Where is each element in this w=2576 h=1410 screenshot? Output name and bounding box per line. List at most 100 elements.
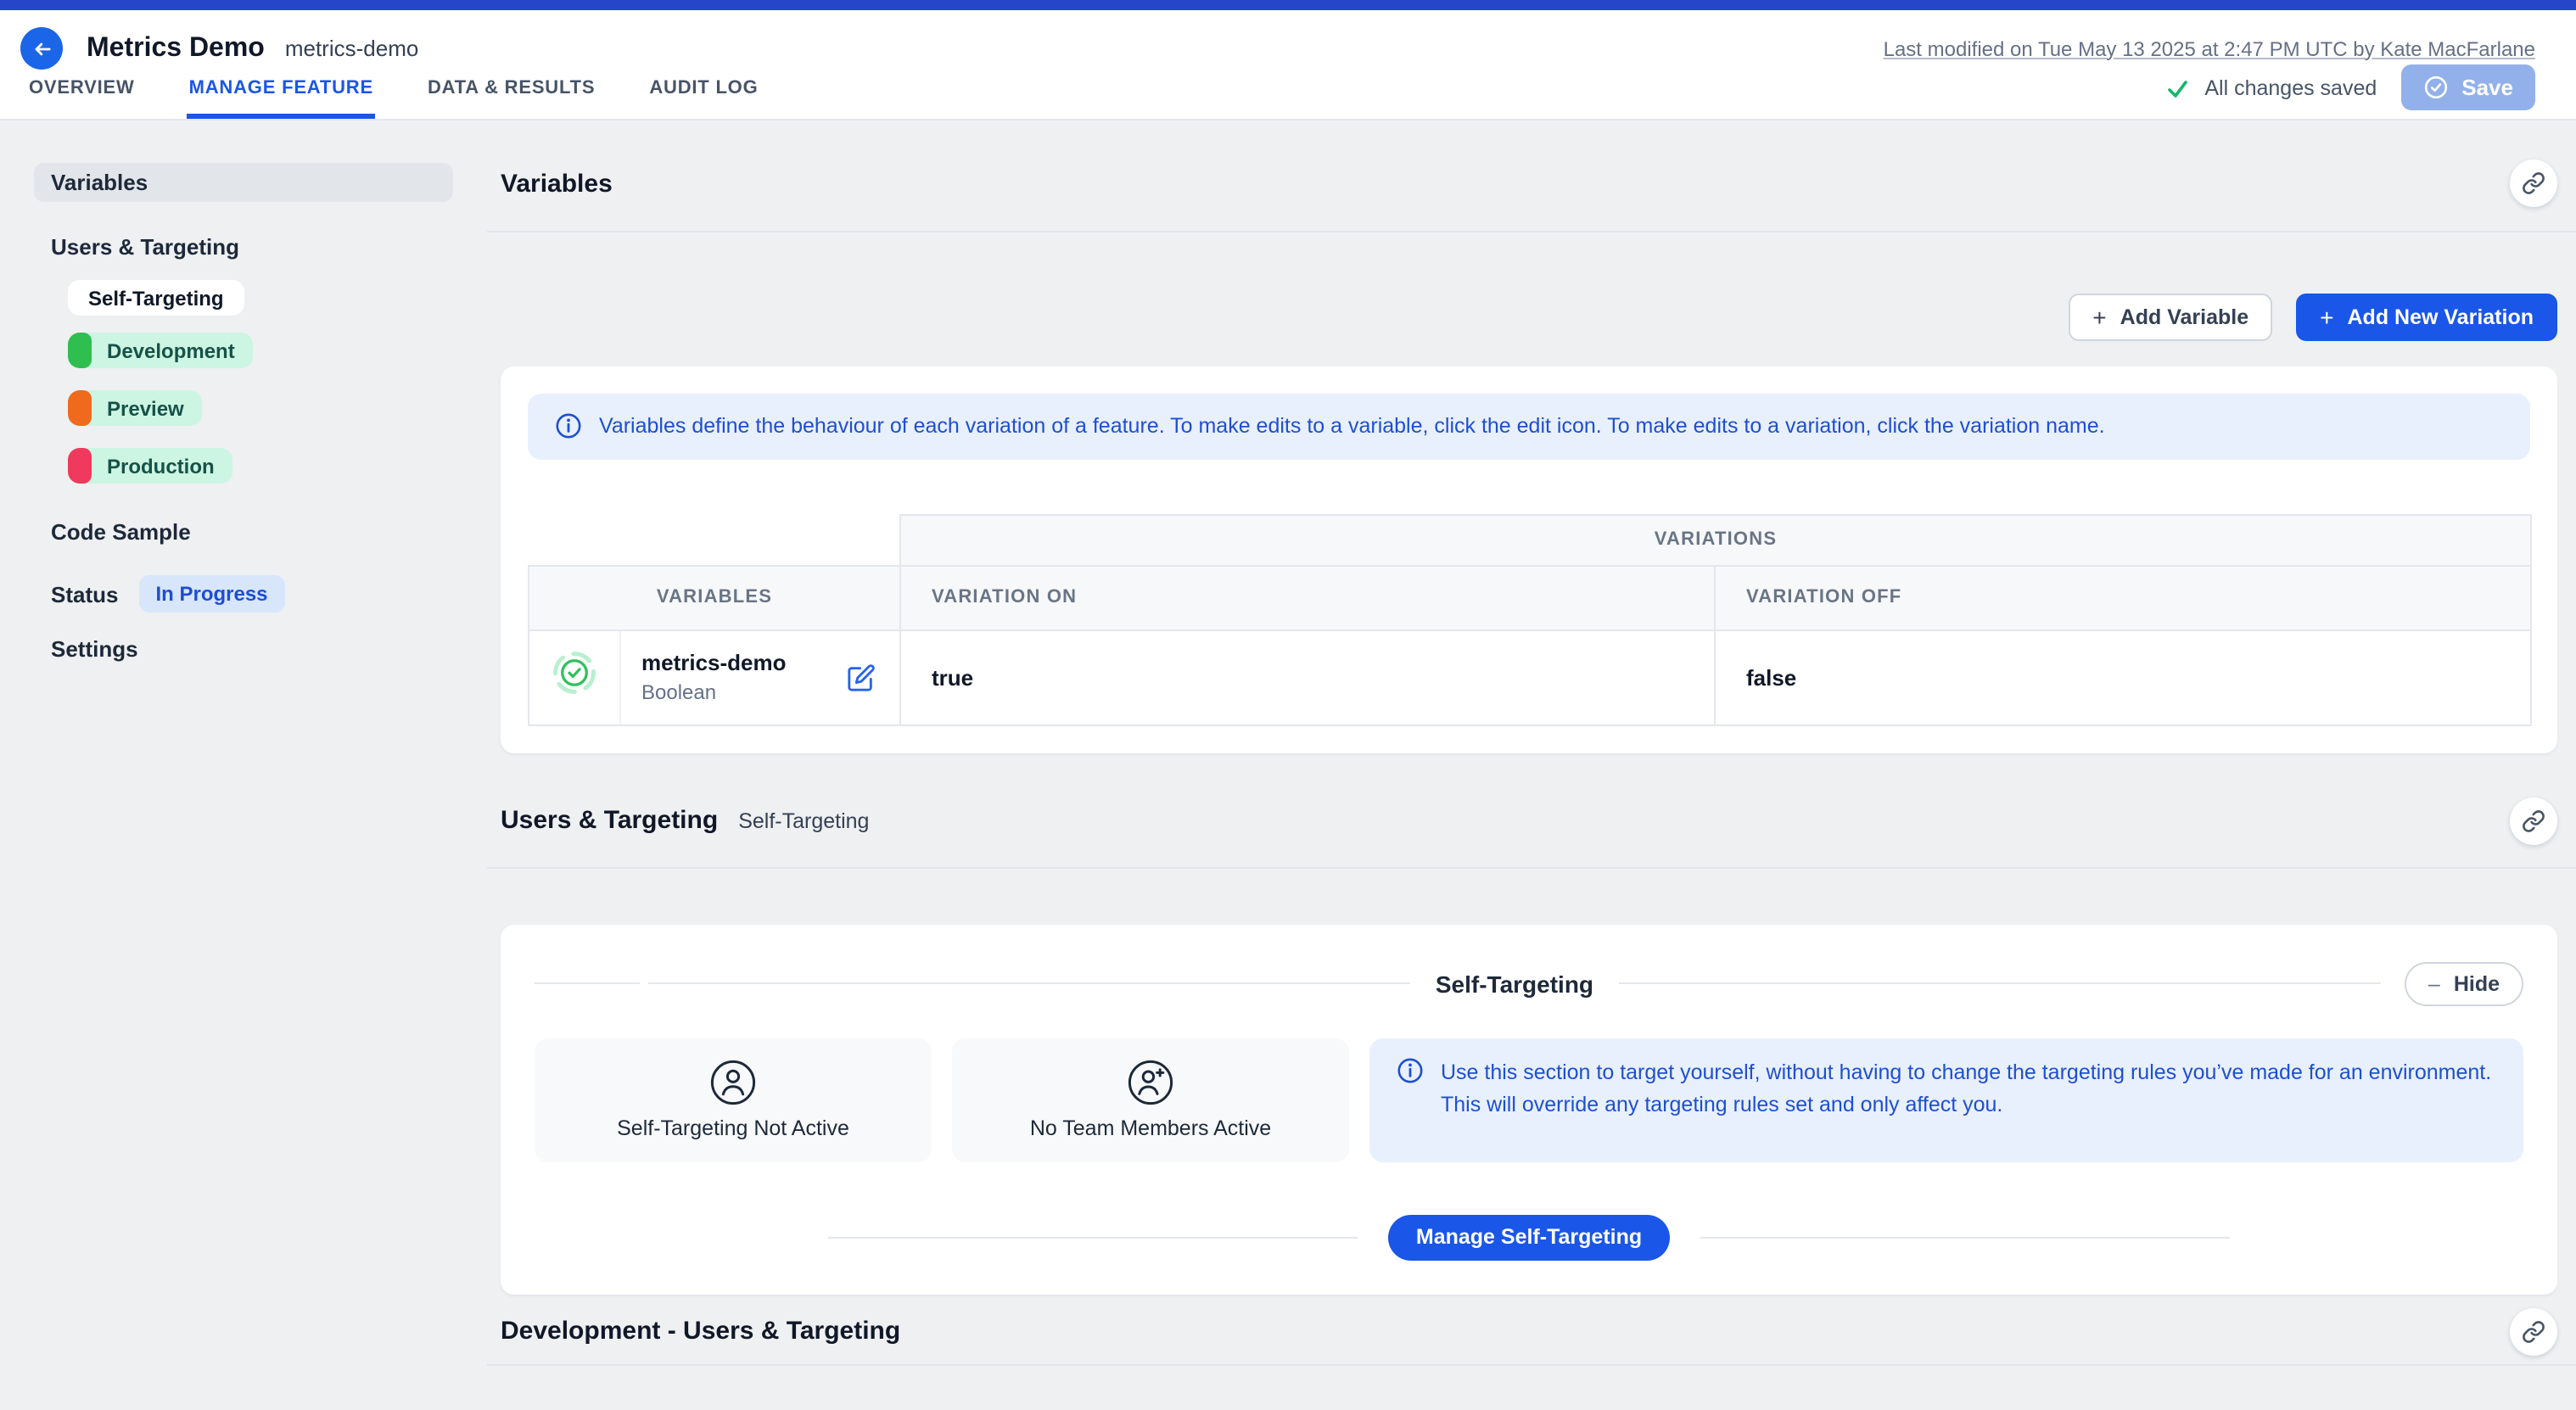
env-label: Preview [92,396,203,420]
column-header-variation-on: VARIATION ON [900,566,1715,630]
variation-off-value: false [1715,630,2531,725]
sidebar-item-env-preview[interactable]: Preview [68,390,203,426]
save-button-label: Save [2461,75,2513,100]
user-circle-icon [709,1060,757,1107]
table-column-header-row: VARIABLES VARIATION ON VARIATION OFF [529,566,2531,630]
check-icon [2165,76,2189,99]
divider [1619,983,2381,985]
app-body: Variables Users & Targeting Self-Targeti… [0,120,2576,1410]
sidebar-item-users-targeting[interactable]: Users & Targeting [34,227,453,266]
table-blank-cell [529,515,900,566]
env-color-swatch-production [68,448,92,484]
minus-icon: – [2428,972,2440,996]
status-label: Status [51,581,118,607]
sidebar-item-code-sample[interactable]: Code Sample [34,512,453,551]
save-button[interactable]: Save [2400,64,2535,110]
back-button[interactable] [20,27,63,70]
divider [1700,1237,2229,1239]
env-label: Development [92,339,254,362]
variables-heading: Variables [501,169,613,198]
users-targeting-heading: Users & Targeting [501,807,718,836]
self-targeting-card: Self-Targeting – Hide Self-Targeting Not… [501,925,2557,1295]
edit-icon [847,663,876,692]
tab-manage-feature[interactable]: MANAGE FEATURE [188,78,375,119]
hide-self-targeting-button[interactable]: – Hide [2405,962,2523,1006]
team-members-status-box: No Team Members Active [952,1038,1349,1162]
info-icon [1397,1057,1424,1084]
edit-variable-button[interactable] [843,660,879,696]
tab-audit-log[interactable]: AUDIT LOG [647,78,759,119]
sidebar-env-production-wrap: Production [68,448,453,489]
self-targeting-info-banner: Use this section to target yourself, wit… [1369,1038,2523,1162]
page-title: Metrics Demo [87,33,265,64]
variable-name: metrics-demo [641,651,787,676]
divider [648,983,1410,985]
users-targeting-subheading: Self-Targeting [738,809,869,833]
self-targeting-title-row: Self-Targeting – Hide [535,962,2523,1006]
feature-key: metrics-demo [285,36,419,61]
sidebar-item-env-production[interactable]: Production [68,448,233,484]
variations-group-header: VARIATIONS [900,515,2531,566]
app-header: Metrics Demo metrics-demo Last modified … [0,10,2576,120]
manage-self-targeting-button[interactable]: Manage Self-Targeting [1389,1215,1669,1261]
hide-button-label: Hide [2454,972,2500,996]
sidebar-item-self-targeting[interactable]: Self-Targeting [68,280,244,316]
users-targeting-permalink-button[interactable] [2510,797,2557,845]
variables-card: Variables define the behaviour of each v… [501,366,2557,753]
self-targeting-status-box: Self-Targeting Not Active [535,1038,932,1162]
self-targeting-status-label: Self-Targeting Not Active [617,1117,849,1141]
variables-permalink-button[interactable] [2510,159,2557,207]
save-area: All changes saved Save [2165,64,2535,110]
status-badge: In Progress [138,575,284,613]
link-icon [2522,171,2545,195]
info-icon [555,413,582,440]
sidebar-item-settings[interactable]: Settings [34,629,453,669]
env-label: Production [92,454,233,478]
development-heading: Development - Users & Targeting [501,1318,900,1346]
variables-section-header: Variables [501,120,2557,232]
variables-info-banner: Variables define the behaviour of each v… [528,394,2530,460]
plus-icon: + [2320,305,2333,329]
team-members-status-label: No Team Members Active [1030,1117,1271,1141]
sidebar-item-env-development[interactable]: Development [68,333,254,368]
column-header-variation-off: VARIATION OFF [1715,566,2531,630]
self-targeting-card-title: Self-Targeting [1436,971,1593,998]
arrow-left-icon [30,36,53,60]
user-plus-circle-icon [1127,1060,1174,1107]
self-targeting-info-text: Use this section to target yourself, wit… [1441,1057,2496,1121]
app-root: Metrics Demo metrics-demo Last modified … [0,0,2576,1410]
circle-check-icon [2422,75,2448,100]
manage-self-targeting-row: Manage Self-Targeting [535,1215,2523,1261]
link-icon [2522,1320,2545,1344]
add-variable-label: Add Variable [2120,305,2248,329]
link-icon [2522,809,2545,833]
users-targeting-section-header: Users & Targeting Self-Targeting [501,753,2557,869]
plus-icon: + [2092,305,2106,329]
variable-name-cell: metrics-demo Boolean [620,630,900,725]
tab-data-results[interactable]: DATA & RESULTS [426,78,596,119]
tab-overview[interactable]: OVERVIEW [27,78,137,119]
table-row: metrics-demo Boolean true [529,630,2531,725]
development-section-header: Development - Users & Targeting [501,1295,2557,1366]
add-variable-button[interactable]: + Add Variable [2069,294,2272,341]
last-modified-link[interactable]: Last modified on Tue May 13 2025 at 2:47… [1884,36,2535,60]
variable-target-icon [552,651,597,697]
main-content: Variables + Add Variable + Add New Varia… [487,120,2576,1410]
header-top-row: Metrics Demo metrics-demo Last modified … [20,27,2535,70]
sidebar-item-variables[interactable]: Variables [34,163,453,202]
variation-on-value: true [900,630,1715,725]
variables-table: VARIATIONS VARIABLES VARIATION ON VARIAT… [528,514,2532,726]
env-color-swatch-development [68,333,92,368]
save-status-text: All changes saved [2204,76,2377,99]
sidebar: Variables Users & Targeting Self-Targeti… [0,120,487,1410]
add-new-variation-button[interactable]: + Add New Variation [2296,294,2557,341]
development-permalink-button[interactable] [2510,1308,2557,1356]
sidebar-env-development-wrap: Development [68,333,453,373]
variable-status-cell [529,630,620,725]
add-new-variation-label: Add New Variation [2348,305,2534,329]
sidebar-status-row: Status In Progress [34,575,453,613]
save-status: All changes saved [2165,76,2377,99]
variables-info-text: Variables define the behaviour of each v… [599,411,2105,443]
variable-type: Boolean [641,681,787,705]
sidebar-env-preview-wrap: Preview [68,390,453,431]
